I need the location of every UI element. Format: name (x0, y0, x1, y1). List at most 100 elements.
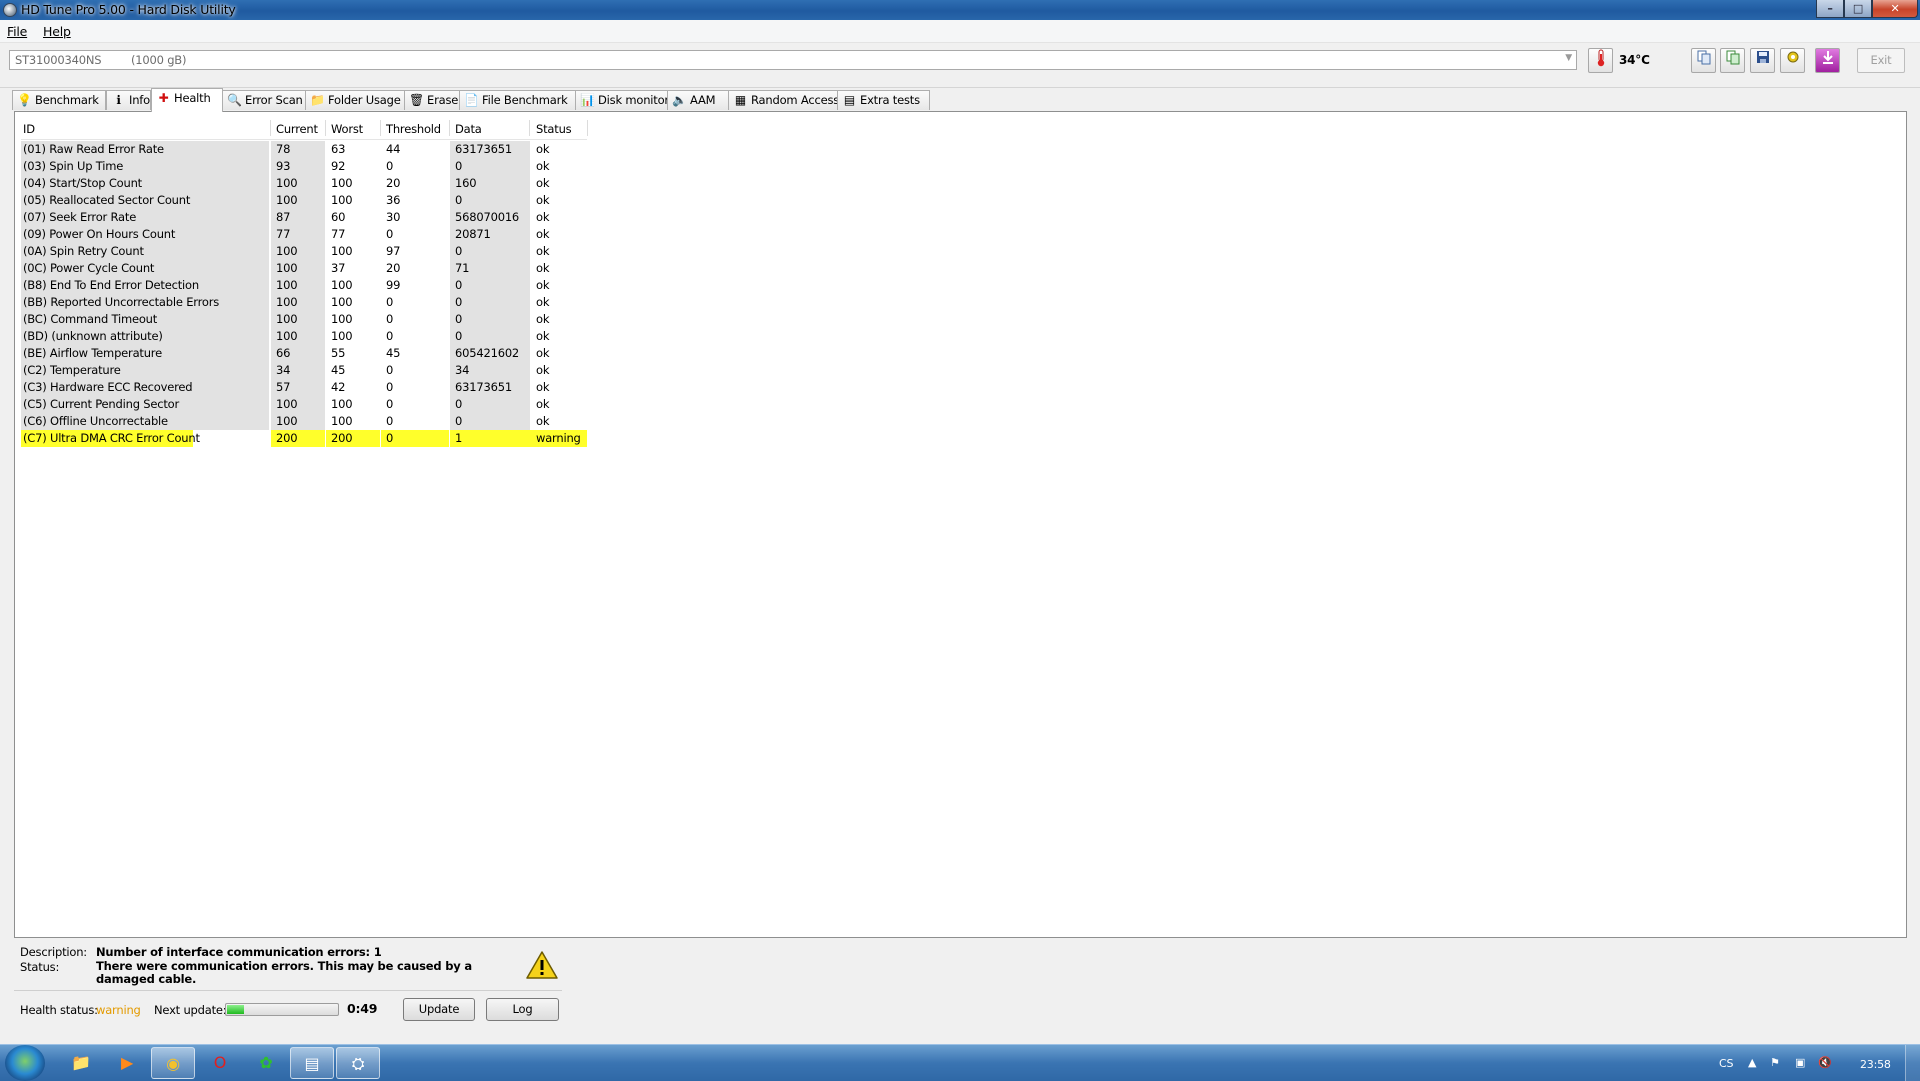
table-row[interactable]: (B8) End To End Error Detection 100 100 99 0… (21, 277, 587, 294)
action-center-icon[interactable]: ⚑ (1770, 1056, 1780, 1069)
col-separator[interactable] (587, 120, 588, 136)
tab-folder-usage[interactable]: 📁 Folder Usage (305, 90, 405, 110)
table-row[interactable]: (BC) Command Timeout 100 100 0 0 ok (21, 311, 587, 328)
col-separator[interactable] (380, 120, 381, 136)
winrar-icon[interactable]: ▤ (290, 1047, 334, 1079)
attribute-id-cell: (B8) End To End Error Detection (21, 277, 269, 294)
options-icon[interactable] (1780, 48, 1805, 73)
table-row[interactable]: (04) Start/Stop Count 100 100 20 160 ok (21, 175, 587, 192)
download-icon[interactable] (1815, 48, 1840, 73)
chrome-icon[interactable]: ◉ (151, 1047, 195, 1079)
tab-info[interactable]: ℹ Info (106, 90, 151, 110)
col-header-current[interactable]: Current (276, 122, 318, 136)
update-button[interactable]: Update (403, 998, 475, 1021)
clock[interactable]: 23:58 (1860, 1058, 1891, 1071)
tab-random-access[interactable]: ▦ Random Access (728, 90, 839, 110)
close-button[interactable]: ✕ (1872, 0, 1918, 18)
table-row[interactable]: (BB) Reported Uncorrectable Errors 100 100… (21, 294, 587, 311)
chevron-down-icon[interactable]: ▼ (1565, 53, 1572, 63)
minimize-button[interactable]: – (1816, 0, 1844, 18)
tab-erase[interactable]: 🗑 Erase (404, 90, 460, 110)
col-header-status[interactable]: Status (536, 122, 572, 136)
tray-expand-icon[interactable]: ▲ (1748, 1056, 1756, 1069)
window-title: HD Tune Pro 5.00 - Hard Disk Utility (21, 2, 236, 17)
table-row[interactable]: (BD) (unknown attribute) 100 100 0 0 ok (21, 328, 587, 345)
raw-data-cell: 0 (450, 396, 530, 413)
table-row[interactable]: (C6) Offline Uncorrectable 100 100 0 0 ok (21, 413, 587, 430)
table-row[interactable]: (BE) Airflow Temperature 66 55 45 605421602 o… (21, 345, 587, 362)
tab-label: Extra tests (860, 93, 920, 107)
drive-select[interactable]: ST31000340NS (1000 gB) ▼ (9, 50, 1577, 70)
menu-help[interactable]: Help (43, 24, 71, 39)
exit-button[interactable]: Exit (1857, 48, 1905, 73)
current-value-cell: 100 (271, 311, 325, 328)
col-separator[interactable] (325, 120, 326, 136)
threshold-value-cell: 0 (386, 380, 394, 394)
copy-text-icon[interactable] (1691, 48, 1716, 73)
col-header-id[interactable]: ID (23, 122, 35, 136)
speaker-icon: 🔈 (672, 93, 687, 107)
table-row[interactable]: (0C) Power Cycle Count 100 37 20 71 ok (21, 260, 587, 277)
table-row[interactable]: (C2) Temperature 34 45 0 34 ok (21, 362, 587, 379)
table-row[interactable]: (09) Power On Hours Count 77 77 0 20871 ok (21, 226, 587, 243)
copy-screenshot-icon[interactable] (1720, 48, 1745, 73)
menu-file[interactable]: File (7, 24, 27, 39)
threshold-value-cell: 0 (381, 430, 449, 447)
language-indicator[interactable]: CS (1719, 1057, 1733, 1070)
start-button[interactable] (5, 1045, 45, 1081)
worst-value-cell: 100 (331, 193, 353, 207)
current-value-cell: 100 (271, 294, 325, 311)
col-header-data[interactable]: Data (455, 122, 482, 136)
app-icon[interactable] (3, 3, 17, 17)
hdtune-icon[interactable]: ⛭ (336, 1047, 380, 1079)
status-cell: ok (536, 278, 550, 292)
tab-aam[interactable]: 🔈 AAM (667, 90, 729, 110)
table-row[interactable]: (0A) Spin Retry Count 100 100 97 0 ok (21, 243, 587, 260)
menu-bar: File Help (0, 20, 1920, 43)
threshold-value-cell: 30 (386, 210, 401, 224)
explorer-icon[interactable]: 📁 (59, 1047, 103, 1079)
opera-icon[interactable]: O (198, 1047, 242, 1079)
tab-disk-monitor[interactable]: 📊 Disk monitor (575, 90, 669, 110)
tab-health[interactable]: ✚ Health (151, 88, 223, 112)
volume-icon[interactable]: 🔇 (1818, 1056, 1832, 1069)
current-value-cell: 100 (271, 413, 325, 430)
tab-extra-tests[interactable]: ▤ Extra tests (837, 90, 930, 110)
show-desktop-button[interactable] (1905, 1045, 1920, 1081)
puzzle-icon[interactable]: ✿ (244, 1047, 288, 1079)
tab-error-scan[interactable]: 🔍 Error Scan (222, 90, 306, 110)
status-cell: ok (536, 142, 550, 156)
log-button[interactable]: Log (486, 998, 559, 1021)
col-header-threshold[interactable]: Threshold (386, 122, 441, 136)
col-header-worst[interactable]: Worst (331, 122, 363, 136)
worst-value-cell: 45 (331, 363, 346, 377)
col-separator[interactable] (270, 120, 271, 136)
raw-data-cell: 0 (450, 328, 530, 345)
raw-data-cell: 20871 (450, 226, 530, 243)
save-icon[interactable] (1750, 48, 1775, 73)
network-icon[interactable]: ▣ (1795, 1056, 1805, 1069)
table-row[interactable]: (C5) Current Pending Sector 100 100 0 0 ok (21, 396, 587, 413)
attribute-id-cell: (05) Reallocated Sector Count (21, 192, 269, 209)
table-row[interactable]: (03) Spin Up Time 93 92 0 0 ok (21, 158, 587, 175)
tab-benchmark[interactable]: 💡 Benchmark (12, 90, 106, 110)
maximize-button[interactable]: □ (1844, 0, 1872, 18)
taskbar: CS ▲ ⚑ ▣ 🔇 23:58 📁 ▶ ◉ O ✿ ▤ ⛭ (0, 1044, 1920, 1081)
threshold-value-cell: 97 (386, 244, 401, 258)
table-row[interactable]: (01) Raw Read Error Rate 78 63 44 63173651 ok (21, 141, 587, 158)
thermometer-icon[interactable] (1588, 48, 1613, 73)
col-separator[interactable] (449, 120, 450, 136)
table-row[interactable]: (C3) Hardware ECC Recovered 57 42 0 63173651… (21, 379, 587, 396)
status-cell: ok (536, 414, 550, 428)
raw-data-cell: 0 (450, 413, 530, 430)
attribute-id-cell: (C2) Temperature (21, 362, 269, 379)
media-player-icon[interactable]: ▶ (105, 1047, 149, 1079)
temperature-readout: 34°C (1619, 53, 1650, 67)
table-row[interactable]: (C7) Ultra DMA CRC Error Count 200 200 0 1 wa… (21, 430, 587, 447)
attribute-id-cell: (09) Power On Hours Count (21, 226, 269, 243)
table-row[interactable]: (07) Seek Error Rate 87 60 30 568070016 ok (21, 209, 587, 226)
table-row[interactable]: (05) Reallocated Sector Count 100 100 36 0 ok (21, 192, 587, 209)
current-value-cell: 100 (271, 396, 325, 413)
tab-file-benchmark[interactable]: 📄 File Benchmark (459, 90, 576, 110)
col-separator[interactable] (529, 120, 530, 136)
